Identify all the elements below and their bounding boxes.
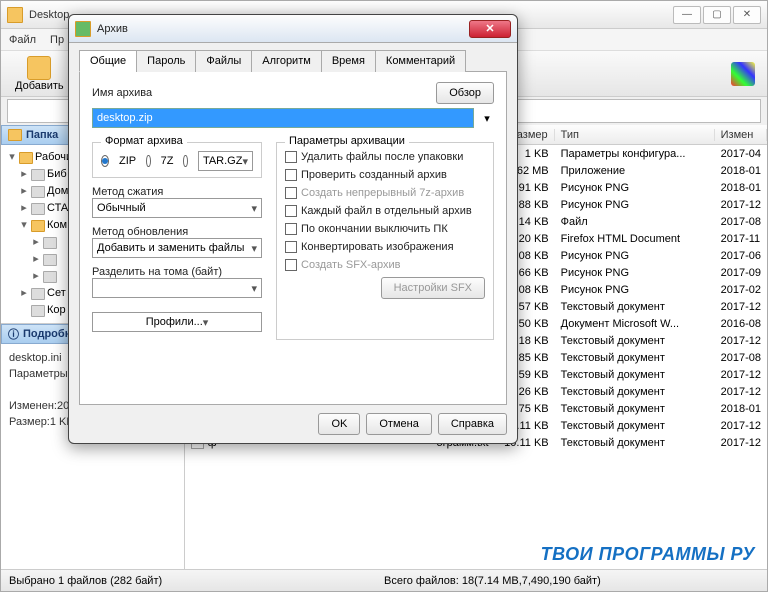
archive-name-label: Имя архива	[92, 87, 152, 99]
watermark: ТВОИ ПРОГРАММЫ РУ	[541, 544, 755, 565]
targz-dropdown[interactable]: TAR.GZ	[198, 151, 253, 171]
app-icon	[7, 7, 23, 23]
checkbox-row[interactable]: Проверить созданный архив	[285, 169, 485, 181]
cancel-button[interactable]: Отмена	[366, 413, 431, 435]
help-button[interactable]: Справка	[438, 413, 507, 435]
checkbox-row: Создать непрерывный 7z-архив	[285, 187, 485, 199]
profiles-button[interactable]: Профили...	[92, 312, 262, 332]
archive-dialog: Архив ✕ ОбщиеПарольФайлыАлгоритмВремяКом…	[68, 14, 518, 444]
radio-7z-label: 7Z	[161, 155, 174, 167]
status-left: Выбрано 1 файлов (282 байт)	[9, 575, 384, 587]
minimize-button[interactable]: —	[673, 6, 701, 24]
radio-zip-label: ZIP	[119, 155, 136, 167]
close-button[interactable]: ✕	[733, 6, 761, 24]
compression-label: Метод сжатия	[92, 186, 262, 198]
toolbar-add-button[interactable]: Добавить	[7, 54, 72, 94]
folders-panel-title: Папка	[26, 129, 58, 141]
checkbox-row[interactable]: Удалить файлы после упаковки	[285, 151, 485, 163]
radio-targz[interactable]	[183, 155, 187, 167]
tab-general-content: Имя архива Обзор desktop.zip ▾ Формат ар…	[79, 72, 507, 405]
folder-icon	[8, 129, 22, 141]
checkbox-row[interactable]: По окончании выключить ПК	[285, 223, 485, 235]
dialog-buttons: OK Отмена Справка	[79, 405, 507, 435]
archive-icon	[75, 21, 91, 37]
details-size-label: Размер:	[9, 416, 50, 428]
sfx-settings-button: Настройки SFX	[381, 277, 485, 299]
checkbox-row: Создать SFX-архив	[285, 259, 485, 271]
dialog-close-button[interactable]: ✕	[469, 20, 511, 38]
color-icon[interactable]	[731, 62, 755, 86]
radio-zip[interactable]	[101, 155, 109, 167]
dialog-titlebar[interactable]: Архив ✕	[69, 15, 517, 43]
split-label: Разделить на тома (байт)	[92, 266, 262, 278]
dialog-tabs: ОбщиеПарольФайлыАлгоритмВремяКомментарий	[79, 49, 507, 72]
statusbar: Выбрано 1 файлов (282 байт) Всего файлов…	[1, 569, 767, 591]
col-modified[interactable]: Измен	[715, 129, 767, 141]
tab-4[interactable]: Время	[321, 50, 376, 72]
tab-1[interactable]: Пароль	[136, 50, 196, 72]
compression-dropdown[interactable]: Обычный	[92, 198, 262, 218]
dialog-title: Архив	[97, 23, 469, 35]
details-modified-label: Изменен:	[9, 400, 57, 412]
ok-button[interactable]: OK	[318, 413, 360, 435]
split-dropdown[interactable]	[92, 278, 262, 298]
checkbox-row[interactable]: Каждый файл в отдельный архив	[285, 205, 485, 217]
status-right: Всего файлов: 18(7.14 MB,7,490,190 байт)	[384, 575, 759, 587]
tab-0[interactable]: Общие	[79, 50, 137, 72]
maximize-button[interactable]: ▢	[703, 6, 731, 24]
update-dropdown[interactable]: Добавить и заменить файлы	[92, 238, 262, 258]
folder-icon	[19, 152, 33, 164]
params-group-label: Параметры архивации	[285, 135, 409, 147]
menu-pr[interactable]: Пр	[50, 34, 64, 46]
tab-3[interactable]: Алгоритм	[251, 50, 322, 72]
checkbox-row[interactable]: Конвертировать изображения	[285, 241, 485, 253]
tab-2[interactable]: Файлы	[195, 50, 252, 72]
col-type[interactable]: Тип	[555, 129, 715, 141]
format-group-label: Формат архива	[101, 135, 187, 147]
update-label: Метод обновления	[92, 226, 262, 238]
toolbar-add-label: Добавить	[15, 80, 64, 92]
radio-7z[interactable]	[146, 155, 150, 167]
menu-file[interactable]: Файл	[9, 34, 36, 46]
tab-5[interactable]: Комментарий	[375, 50, 466, 72]
browse-button[interactable]: Обзор	[436, 82, 494, 104]
add-folder-icon	[27, 56, 51, 80]
archive-name-input[interactable]: desktop.zip	[92, 108, 474, 128]
